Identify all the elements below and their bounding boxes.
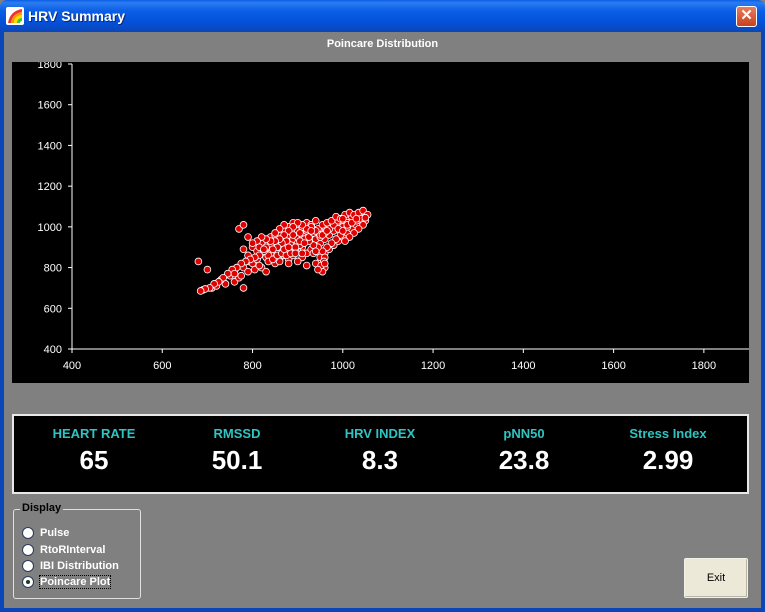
close-button[interactable]: ✕ [736,6,757,27]
display-group-legend: Display [20,502,64,514]
scatter-point [300,239,309,247]
scatter-point [248,239,257,247]
scatter-point [269,245,277,254]
scatter-point [338,227,347,235]
scatter-point [284,243,293,252]
window-frame-right [761,32,765,612]
scatter-point [284,259,293,268]
stat-rmssd: RMSSD 50.1 [157,416,317,476]
scatter-point [361,213,370,222]
scatter-point [302,261,311,270]
window-frame-left [0,32,4,612]
y-tick-label: 1600 [38,100,62,112]
scatter-point [307,227,316,235]
scatter-point [352,214,361,223]
chart-title: Poincare Distribution [326,38,439,50]
x-tick-label: 800 [243,360,261,372]
scatter-point [289,231,297,239]
y-tick-label: 1200 [38,181,62,193]
stat-heart-rate: HEART RATE 65 [14,416,174,476]
exit-button[interactable]: Exit [684,558,748,598]
x-tick-label: 1400 [511,360,535,372]
stat-pnn50: pNN50 23.8 [444,416,604,476]
scatter-point [262,267,270,276]
scatter-point [323,227,331,235]
radio-poincare-plot-circle[interactable] [22,576,34,588]
scatter-point [230,269,239,278]
close-icon: ✕ [740,7,753,24]
window-title: HRV Summary [28,8,126,24]
scatter-point [239,245,248,254]
poincare-chart-panel: 400 600 800 1000 1200 1400 1600 1800 400 600 800 10… [12,62,749,383]
scatter-point [293,257,302,266]
hrv-stats-panel: HEART RATE 65 RMSSD 50.1 HRV INDEX 8.3 p… [12,414,749,494]
scatter-point [296,229,304,237]
stat-hrv-index-label: HRV INDEX [344,426,416,441]
stat-stress-index-value: 2.99 [642,445,694,475]
scatter-point [194,257,203,266]
x-tick-label: 1200 [421,360,445,372]
scatter-point [203,265,212,274]
scatter-point [311,247,320,256]
stat-rmssd-value: 50.1 [211,445,263,475]
x-tick-label: 600 [153,360,171,372]
scatter-point [320,259,329,268]
y-tick-label: 400 [44,344,62,356]
radio-poincare-plot-label[interactable]: Poincare Plot [38,575,112,589]
display-group-box: Display Pulse RtoRInterval IBI Distribut… [13,502,141,599]
scatter-point [298,249,306,258]
hrv-summary-window: HRV Summary ✕ Poincare Distribution 400 6… [0,0,765,612]
scatter-point [239,284,248,292]
scatter-point [341,237,349,245]
scatter-point [291,249,300,258]
radio-rtor-interval-circle[interactable] [22,544,34,556]
radio-pulse-circle[interactable] [22,527,34,539]
scatter-point [271,229,279,237]
radio-ibi-distribution-circle[interactable] [22,560,34,572]
radio-poincare-plot[interactable]: Poincare Plot [22,574,112,590]
stat-pnn50-value: 23.8 [498,445,550,475]
y-tick-label: 1400 [38,140,62,152]
stat-rmssd-label: RMSSD [213,426,261,441]
stat-hrv-index-value: 8.3 [361,445,399,475]
radio-rtor-interval[interactable]: RtoRInterval [22,542,105,558]
window-frame-bottom [0,608,765,612]
scatter-point [311,216,320,225]
radio-pulse-label[interactable]: Pulse [40,527,69,539]
radio-rtor-interval-label[interactable]: RtoRInterval [40,544,105,556]
x-tick-label: 1600 [601,360,625,372]
scatter-point [244,267,252,276]
scatter-point [237,271,246,280]
scatter-point [239,221,248,229]
x-tick-label: 1800 [692,360,716,372]
scatter-point [244,233,252,241]
scatter-point [260,245,268,254]
poincare-scatter-plot: 400 600 800 1000 1200 1400 1600 1800 400 600 800 10… [38,62,749,372]
y-tick-label: 800 [44,263,62,275]
radio-ibi-distribution[interactable]: IBI Distribution [22,558,119,574]
scatter-point [196,287,205,295]
stat-hrv-index: HRV INDEX 8.3 [300,416,460,476]
scatter-point [314,265,322,274]
y-tick-label: 1800 [38,62,62,71]
stat-heart-rate-label: HEART RATE [52,426,136,441]
y-tick-label: 1000 [38,222,62,234]
stat-stress-index-label: Stress Index [629,426,707,441]
radio-pulse[interactable]: Pulse [22,525,69,541]
scatter-point [338,214,347,223]
title-bar[interactable]: HRV Summary ✕ [0,0,765,32]
stat-pnn50-label: pNN50 [503,426,545,441]
scatter-point [255,261,264,270]
radio-ibi-distribution-label[interactable]: IBI Distribution [40,560,119,572]
x-tick-label: 1000 [331,360,355,372]
stat-stress-index: Stress Index 2.99 [588,416,748,476]
x-tick-label: 400 [63,360,81,372]
app-rainbow-icon [6,7,24,25]
stat-heart-rate-value: 65 [79,445,109,475]
y-tick-label: 600 [44,303,62,315]
